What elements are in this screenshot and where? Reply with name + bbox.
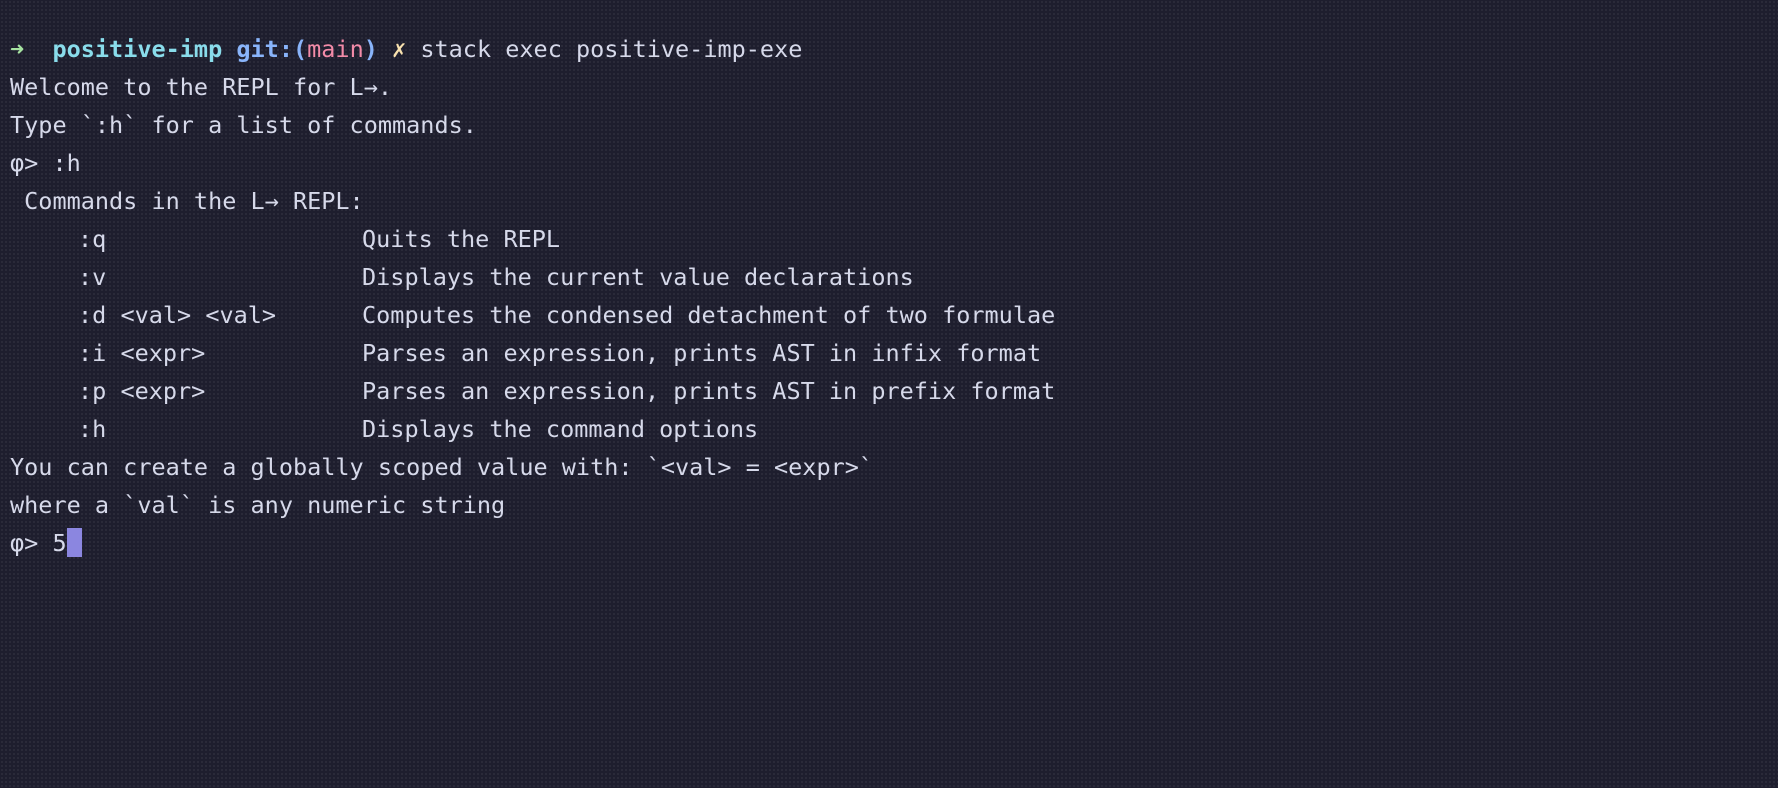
help-note-line-2: where a `val` is any numeric string <box>10 491 506 519</box>
repl-prompt: φ> <box>10 149 53 177</box>
repl-entry-line: φ> :h <box>10 144 1770 182</box>
help-note-line: You can create a globally scoped value w… <box>10 453 874 481</box>
help-row-detach: :d <val> <val> Computes the condensed det… <box>10 296 1770 334</box>
prompt-git-branch: main <box>307 35 364 63</box>
prompt-git-suffix: ) <box>363 35 378 63</box>
repl-input-text[interactable]: 5 <box>52 529 66 557</box>
text-cursor <box>66 528 82 557</box>
help-command: :v <box>78 263 107 291</box>
help-row-values: :v Displays the current value declaration… <box>10 258 1770 296</box>
help-title: Commands in the L→ REPL: <box>10 187 364 215</box>
help-hint-line: Type `:h` for a list of commands. <box>10 111 477 139</box>
help-command: :d <val> <val> <box>78 301 277 329</box>
welcome-line: Welcome to the REPL for L→. <box>10 73 393 101</box>
terminal-window[interactable]: ➜ positive-imp git:(main) ✗ stack exec p… <box>10 30 1770 770</box>
help-description: Computes the condensed detachment of two… <box>362 301 1056 329</box>
repl-input-text: :h <box>52 149 81 177</box>
prompt-arrow-icon: ➜ <box>10 35 25 63</box>
repl-prompt: φ> <box>10 529 53 557</box>
help-command: :p <expr> <box>78 377 206 405</box>
help-row-infix: :i <expr> Parses an expression, prints AS… <box>10 334 1770 372</box>
repl-current-line[interactable]: φ> 5 <box>10 524 1770 562</box>
help-row-prefix: :p <expr> Parses an expression, prints AS… <box>10 372 1770 410</box>
help-row-quit: :q Quits the REPL <box>10 220 1770 258</box>
help-command: :h <box>78 415 107 443</box>
prompt-directory: positive-imp <box>52 35 223 63</box>
help-description: Displays the command options <box>362 415 759 443</box>
help-description: Parses an expression, prints AST in pref… <box>362 377 1056 405</box>
shell-command: stack exec positive-imp-exe <box>420 35 803 63</box>
help-description: Displays the current value declarations <box>362 263 914 291</box>
help-description: Quits the REPL <box>362 225 561 253</box>
help-description: Parses an expression, prints AST in infi… <box>362 339 1042 367</box>
shell-prompt-line: ➜ positive-imp git:(main) ✗ stack exec p… <box>10 30 1770 68</box>
help-row-help: :h Displays the command options <box>10 410 1770 448</box>
prompt-git-prefix: git:( <box>236 35 308 63</box>
help-command: :q <box>78 225 107 253</box>
help-command: :i <expr> <box>78 339 206 367</box>
git-dirty-icon: ✗ <box>392 35 407 63</box>
